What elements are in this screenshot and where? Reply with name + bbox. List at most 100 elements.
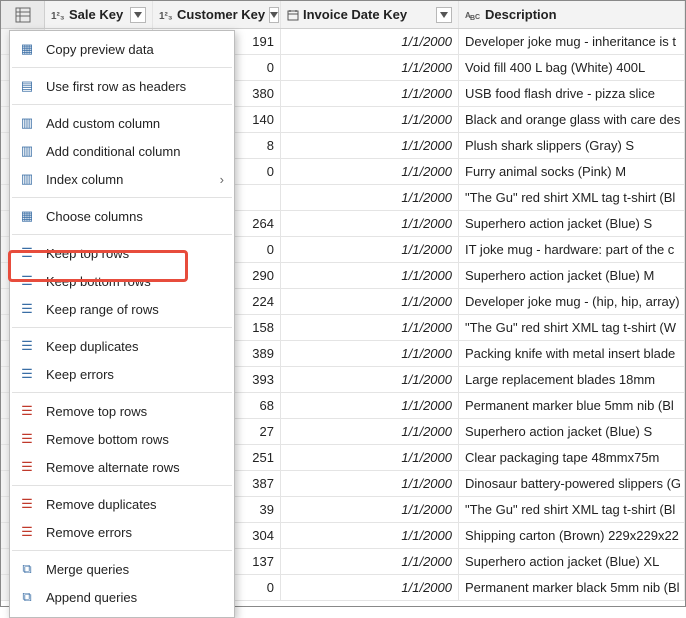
choose-columns-icon: ▦: [18, 208, 36, 224]
menu-keep-errors[interactable]: ☰Keep errors: [10, 360, 234, 388]
filter-dropdown-icon[interactable]: [130, 7, 146, 23]
keep-top-icon: ☰: [18, 245, 36, 261]
separator: [12, 485, 232, 486]
menu-remove-errors[interactable]: ☰Remove errors: [10, 518, 234, 546]
cell-description: Dinosaur battery-powered slippers (G: [459, 471, 685, 496]
menu-remove-bottom-rows[interactable]: ☰Remove bottom rows: [10, 425, 234, 453]
remove-top-icon: ☰: [18, 403, 36, 419]
cell-description: "The Gu" red shirt XML tag t-shirt (Bl: [459, 185, 685, 210]
filter-dropdown-icon[interactable]: [269, 7, 279, 23]
cell-invoice-date: 1/1/2000: [281, 81, 459, 106]
chevron-right-icon: ›: [220, 172, 224, 187]
header-label: Customer Key: [177, 7, 265, 22]
cell-description: Packing knife with metal insert blade: [459, 341, 685, 366]
conditional-column-icon: ▥: [18, 143, 36, 159]
cell-description: Developer joke mug - inheritance is t: [459, 29, 685, 54]
cell-description: Superhero action jacket (Blue) S: [459, 419, 685, 444]
cell-invoice-date: 1/1/2000: [281, 185, 459, 210]
cell-description: Developer joke mug - (hip, hip, array): [459, 289, 685, 314]
cell-description: Shipping carton (Brown) 229x229x22: [459, 523, 685, 548]
header-description[interactable]: ABC Description: [459, 1, 685, 28]
table-context-menu: ▦Copy preview data ▤Use first row as hea…: [9, 30, 235, 618]
text-type-icon: ABC: [465, 9, 481, 21]
filter-dropdown-icon[interactable]: [436, 7, 452, 23]
cell-invoice-date: 1/1/2000: [281, 497, 459, 522]
cell-description: USB food flash drive - pizza slice: [459, 81, 685, 106]
menu-use-first-row[interactable]: ▤Use first row as headers: [10, 72, 234, 100]
cell-invoice-date: 1/1/2000: [281, 471, 459, 496]
cell-invoice-date: 1/1/2000: [281, 55, 459, 80]
table-menu-button[interactable]: [1, 1, 45, 28]
separator: [12, 550, 232, 551]
menu-merge-queries[interactable]: ⧉Merge queries: [10, 555, 234, 583]
header-label: Invoice Date Key: [303, 7, 407, 22]
cell-invoice-date: 1/1/2000: [281, 107, 459, 132]
cell-invoice-date: 1/1/2000: [281, 367, 459, 392]
custom-column-icon: ▥: [18, 115, 36, 131]
cell-description: "The Gu" red shirt XML tag t-shirt (Bl: [459, 497, 685, 522]
remove-err-icon: ☰: [18, 524, 36, 540]
cell-description: IT joke mug - hardware: part of the c: [459, 237, 685, 262]
header-label: Description: [485, 7, 557, 22]
remove-alt-icon: ☰: [18, 459, 36, 475]
header-invoice-date[interactable]: Invoice Date Key: [281, 1, 459, 28]
cell-description: "The Gu" red shirt XML tag t-shirt (W: [459, 315, 685, 340]
keep-range-icon: ☰: [18, 301, 36, 317]
cell-description: Clear packaging tape 48mmx75m: [459, 445, 685, 470]
menu-copy-preview[interactable]: ▦Copy preview data: [10, 35, 234, 63]
headers-icon: ▤: [18, 78, 36, 94]
menu-keep-duplicates[interactable]: ☰Keep duplicates: [10, 332, 234, 360]
cell-invoice-date: 1/1/2000: [281, 315, 459, 340]
index-icon: ▥: [18, 171, 36, 187]
menu-keep-bottom-rows[interactable]: ☰Keep bottom rows: [10, 267, 234, 295]
header-sale-key[interactable]: 1²₃ Sale Key: [45, 1, 153, 28]
keep-err-icon: ☰: [18, 366, 36, 382]
cell-invoice-date: 1/1/2000: [281, 575, 459, 600]
cell-description: Plush shark slippers (Gray) S: [459, 133, 685, 158]
separator: [12, 327, 232, 328]
menu-remove-duplicates[interactable]: ☰Remove duplicates: [10, 490, 234, 518]
menu-choose-columns[interactable]: ▦Choose columns: [10, 202, 234, 230]
menu-keep-top-rows[interactable]: ☰Keep top rows: [10, 239, 234, 267]
cell-description: Superhero action jacket (Blue) M: [459, 263, 685, 288]
svg-text:1²₃: 1²₃: [159, 11, 173, 21]
cell-description: Furry animal socks (Pink) M: [459, 159, 685, 184]
menu-keep-range-rows[interactable]: ☰Keep range of rows: [10, 295, 234, 323]
merge-icon: ⧉: [18, 561, 36, 577]
cell-invoice-date: 1/1/2000: [281, 393, 459, 418]
append-icon: ⧉: [18, 589, 36, 605]
keep-bottom-icon: ☰: [18, 273, 36, 289]
menu-index-column[interactable]: ▥Index column›: [10, 165, 234, 193]
date-type-icon: [287, 9, 299, 21]
cell-invoice-date: 1/1/2000: [281, 237, 459, 262]
number-type-icon: 1²₃: [51, 9, 65, 21]
cell-invoice-date: 1/1/2000: [281, 211, 459, 236]
cell-invoice-date: 1/1/2000: [281, 29, 459, 54]
number-type-icon: 1²₃: [159, 9, 173, 21]
header-customer-key[interactable]: 1²₃ Customer Key: [153, 1, 281, 28]
cell-invoice-date: 1/1/2000: [281, 133, 459, 158]
cell-description: Superhero action jacket (Blue) XL: [459, 549, 685, 574]
keep-dup-icon: ☰: [18, 338, 36, 354]
cell-description: Black and orange glass with care des: [459, 107, 685, 132]
remove-bottom-icon: ☰: [18, 431, 36, 447]
menu-add-conditional-column[interactable]: ▥Add conditional column: [10, 137, 234, 165]
svg-text:C: C: [475, 14, 480, 21]
cell-invoice-date: 1/1/2000: [281, 419, 459, 444]
menu-remove-alternate-rows[interactable]: ☰Remove alternate rows: [10, 453, 234, 481]
cell-description: Void fill 400 L bag (White) 400L: [459, 55, 685, 80]
cell-description: Permanent marker black 5mm nib (Bl: [459, 575, 685, 600]
separator: [12, 234, 232, 235]
header-label: Sale Key: [69, 7, 123, 22]
menu-remove-top-rows[interactable]: ☰Remove top rows: [10, 397, 234, 425]
cell-invoice-date: 1/1/2000: [281, 289, 459, 314]
cell-invoice-date: 1/1/2000: [281, 263, 459, 288]
menu-add-custom-column[interactable]: ▥Add custom column: [10, 109, 234, 137]
separator: [12, 104, 232, 105]
cell-invoice-date: 1/1/2000: [281, 445, 459, 470]
separator: [12, 197, 232, 198]
cell-description: Permanent marker blue 5mm nib (Bl: [459, 393, 685, 418]
cell-description: Large replacement blades 18mm: [459, 367, 685, 392]
cell-description: Superhero action jacket (Blue) S: [459, 211, 685, 236]
svg-text:1²₃: 1²₃: [51, 11, 65, 21]
